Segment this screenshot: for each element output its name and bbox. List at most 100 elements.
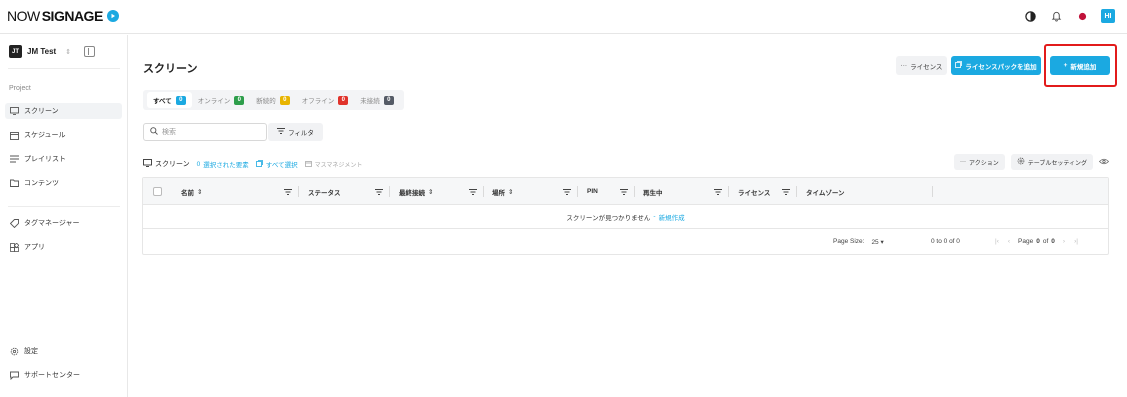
support-icon [10,371,19,380]
add-license-pack-button[interactable]: ライセンスパックを追加 [951,56,1041,75]
mass-management-icon [304,160,312,169]
selected-count: 0 [196,160,201,168]
logo-text-suffix: SIGNAGE [41,8,104,24]
sidebar-item-settings[interactable]: 設定 [5,343,122,359]
column-filter-location[interactable] [563,178,571,205]
page-size-value: 25 [871,238,879,246]
tab-label: 断続的 [256,98,276,105]
sidebar-item-schedule[interactable]: スケジュール [5,127,122,143]
action-button[interactable]: ··· アクション [954,154,1005,170]
tab-intermittent[interactable]: 断続的 0 [250,92,296,108]
tab-offline[interactable]: オフライン 0 [296,92,355,108]
column-filter-license[interactable] [782,178,790,205]
page-size-select[interactable]: 25 ▾ [871,238,883,246]
row-range: 0 to 0 of 0 [931,229,960,254]
sidebar-item-tag-manager[interactable]: タグマネージャー [5,215,122,231]
logo-text-prefix: NOW [7,8,40,24]
empty-message: スクリーンが見つかりません [566,214,651,222]
last-page-icon[interactable]: ›| [1074,238,1078,245]
column-header-now-playing[interactable]: 再生中 [643,178,663,205]
contrast-icon[interactable] [1023,9,1037,23]
calendar-icon [10,131,19,140]
sidebar-item-label: コンテンツ [24,180,59,187]
collapse-sidebar-icon[interactable] [84,46,96,57]
column-header-location[interactable]: 場所 ⇕ [492,178,513,205]
filter-button[interactable]: フィルタ [268,123,323,141]
create-new-link[interactable]: 新規作成 [659,212,685,222]
first-page-icon[interactable]: |‹ [995,238,999,245]
of-word: of [1042,238,1049,245]
sidebar-item-label: プレイリスト [24,156,66,163]
select-all-button[interactable]: すべて選択 [255,159,298,169]
sidebar-item-content[interactable]: コンテンツ [5,175,122,191]
eye-icon[interactable] [1098,158,1110,167]
column-separator[interactable] [483,186,484,197]
select-all-checkbox-cell [153,178,162,205]
column-header-timezone[interactable]: タイムゾーン [806,178,845,205]
license-pack-icon [955,61,963,70]
sidebar-item-label: タグマネージャー [24,220,80,227]
count-badge: 0 [383,95,394,105]
sidebar-item-support[interactable]: サポートセンター [5,367,122,383]
column-header-license[interactable]: ライセンス [738,178,770,205]
search-input[interactable]: 検索 [143,123,267,141]
sidebar-item-apps[interactable]: アプリ [5,239,122,255]
column-header-last-connection[interactable]: 最終接続 ⇕ [399,178,433,205]
sidebar-item-screens[interactable]: スクリーン [5,103,122,119]
workspace-name: JM Test [27,47,57,56]
license-button[interactable]: ··· ライセンス [896,56,947,75]
record-icon[interactable] [1075,9,1089,23]
table-settings-label: テーブルセッティング [1027,160,1087,167]
filter-icon [563,188,571,195]
column-header-pin[interactable]: PIN [587,178,598,205]
count-badge: 0 [279,95,290,105]
table-toolbar: スクリーン 0 選択された要素 すべて選択 マスマネジメント [143,159,362,169]
sidebar-item-label: サポートセンター [24,372,80,379]
mass-management-button[interactable]: マスマネジメント [304,160,362,169]
select-all-icon [255,159,263,169]
tab-online[interactable]: オンライン 0 [192,92,251,108]
column-separator[interactable] [634,186,635,197]
column-filter-now-playing[interactable] [714,178,722,205]
column-filter-status[interactable] [375,178,383,205]
gear-icon [1017,157,1025,167]
sort-icon: ⇕ [508,188,514,196]
tab-unconnected[interactable]: 未接続 0 [354,92,400,108]
workspace-badge: JT [9,45,22,58]
column-separator[interactable] [389,186,390,197]
next-page-icon[interactable]: › [1063,238,1065,245]
table-header: 名前 ⇕ ステータス 最終接続 ⇕ 場所 ⇕ PIN 再生中 ライセンス タイム… [143,178,1108,205]
previous-page-icon[interactable]: ‹ [1008,238,1010,245]
filter-icon [714,188,722,195]
nowsignage-logo[interactable]: NOW SIGNAGE [7,8,119,24]
column-filter-pin[interactable] [620,178,628,205]
column-separator[interactable] [577,186,578,197]
workspace-switcher[interactable]: JT JM Test ⇕ [9,45,96,58]
sidebar-item-label: 設定 [24,348,38,355]
column-separator[interactable] [932,186,933,197]
filter-icon [277,128,286,136]
sidebar-item-playlist[interactable]: プレイリスト [5,151,122,167]
column-filter-last-connection[interactable] [469,178,477,205]
filter-icon [620,188,628,195]
select-all-checkbox[interactable] [153,187,162,196]
table-settings-button[interactable]: テーブルセッティング [1010,154,1093,170]
tab-all[interactable]: すべて 0 [147,92,192,108]
column-separator[interactable] [796,186,797,197]
column-header-status[interactable]: ステータス [308,178,341,205]
column-separator[interactable] [298,186,299,197]
column-filter-name[interactable] [284,178,292,205]
column-label: 場所 [492,189,505,197]
column-label: タイムゾーン [806,189,845,197]
sidebar-item-label: スクリーン [24,108,59,115]
column-label: 最終接続 [399,189,425,197]
tab-label: オフライン [301,98,335,105]
column-header-name[interactable]: 名前 ⇕ [181,178,202,205]
column-separator[interactable] [728,186,729,197]
avatar[interactable]: HI [1101,9,1115,23]
sidebar-item-label: アプリ [24,244,45,251]
action-label: アクション [969,160,999,167]
page-size: Page Size: 25 ▾ [833,229,884,254]
bell-icon[interactable] [1049,9,1063,23]
search-icon [150,127,158,137]
